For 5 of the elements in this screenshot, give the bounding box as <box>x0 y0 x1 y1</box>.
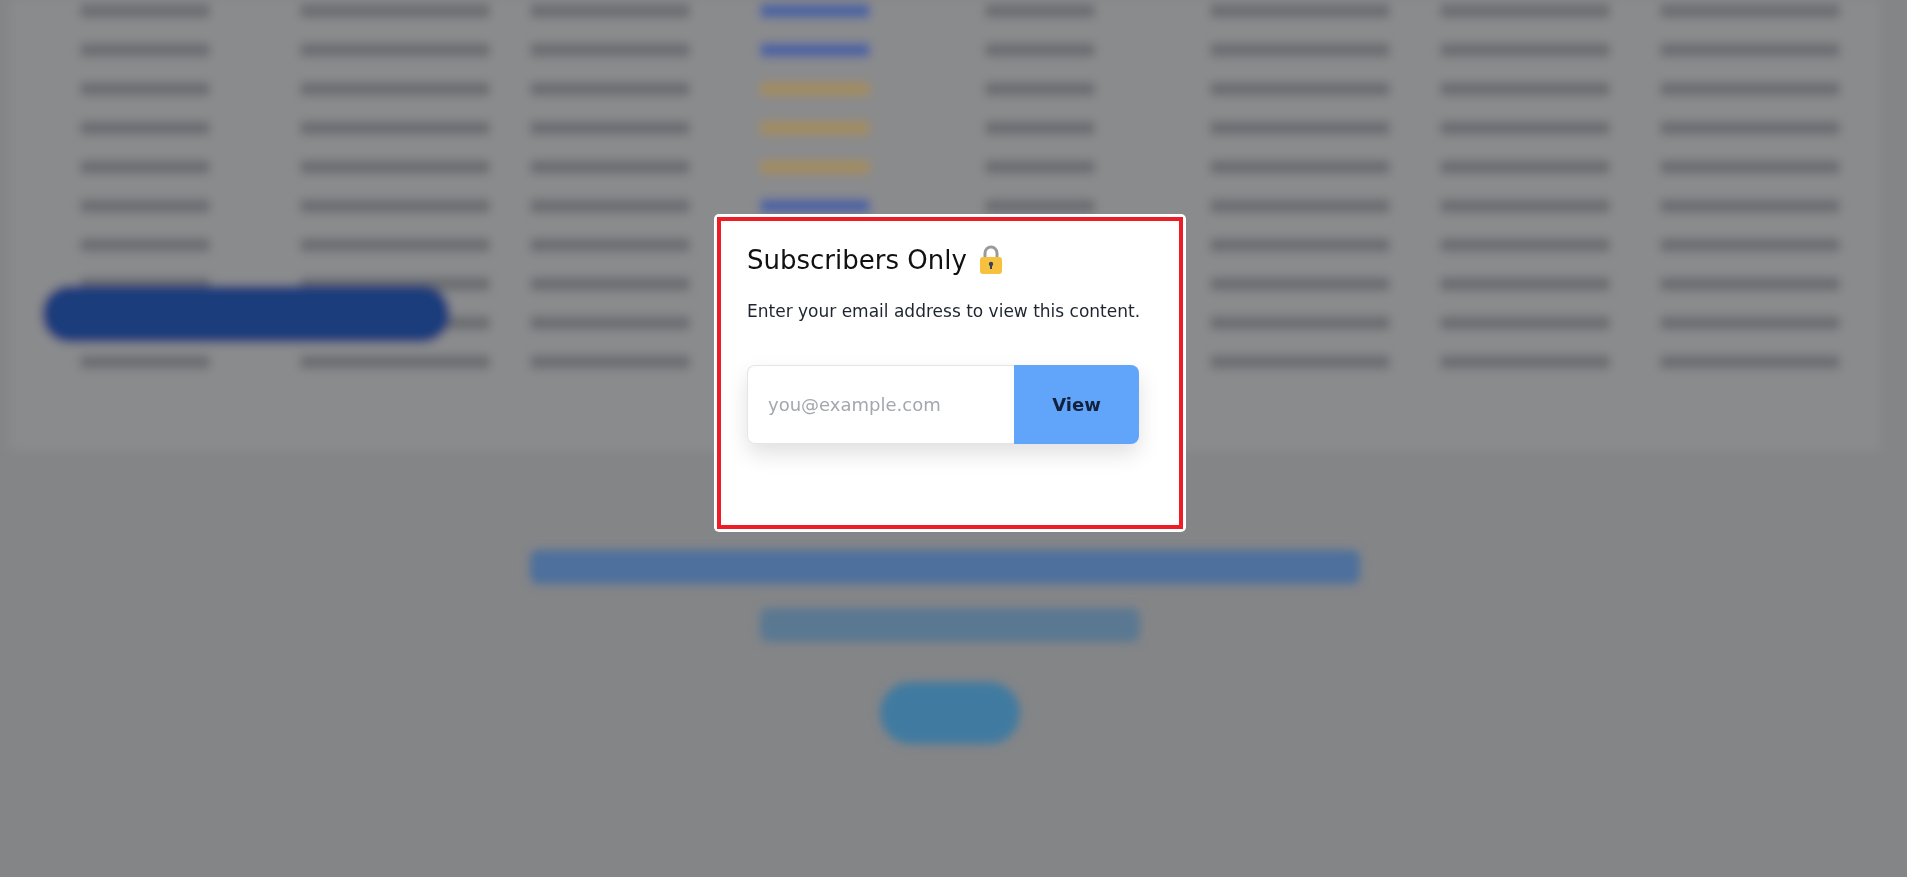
view-button[interactable]: View <box>1014 365 1139 444</box>
email-field[interactable]: you@example.com <box>747 365 1014 444</box>
instruction-text: Enter your email address to view this content. <box>747 301 1142 321</box>
modal-title: Subscribers Only <box>747 245 967 275</box>
padlock-icon <box>978 245 1003 275</box>
